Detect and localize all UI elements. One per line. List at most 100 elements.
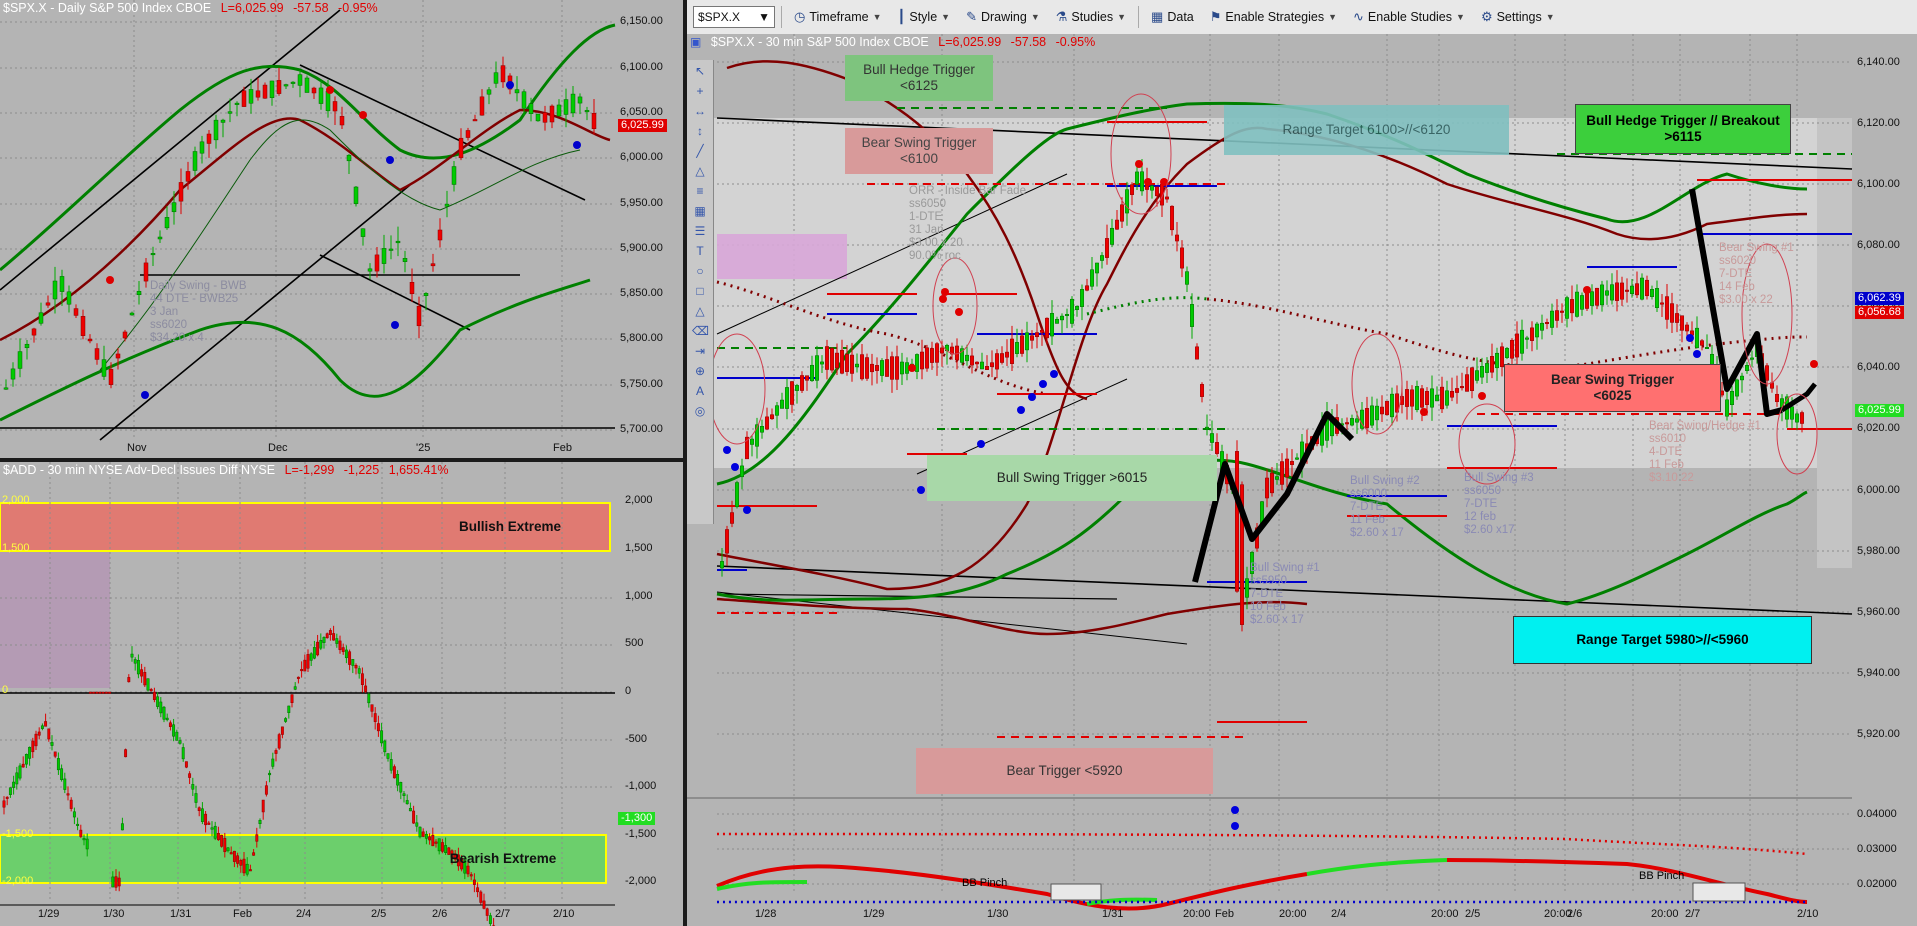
label-tool-icon[interactable]: A: [692, 384, 708, 398]
candle-body: [223, 838, 227, 853]
candle-body: [860, 354, 864, 380]
candle-body: [300, 669, 304, 672]
timeframe-menu[interactable]: ◷ Timeframe ▼: [788, 5, 888, 29]
candle-body: [1195, 346, 1199, 360]
candle-body: [1475, 370, 1479, 381]
candle-body: [45, 302, 51, 306]
candle-body: [290, 694, 294, 703]
add-chart-canvas[interactable]: [0, 462, 683, 926]
candle-body: [276, 80, 282, 94]
candle-body: [415, 822, 419, 827]
candle-body: [311, 87, 317, 94]
add-date-label: Feb: [233, 908, 252, 920]
add-breadth-chart-panel[interactable]: $ADD - 30 min NYSE Adv-Decl Issues Diff …: [0, 462, 683, 926]
text-tool-icon[interactable]: T: [692, 244, 708, 258]
circle-tool-icon[interactable]: ○: [692, 264, 708, 278]
candle-body: [396, 774, 400, 786]
candle-body: [175, 731, 179, 741]
candle-body: [1100, 255, 1104, 261]
candle-body: [104, 691, 108, 694]
fib-icon[interactable]: ≡: [692, 184, 708, 198]
enable-strategies-button[interactable]: ⚑ Enable Strategies ▼: [1204, 5, 1343, 29]
daily-spx-chart-panel[interactable]: $SPX.X - Daily S&P 500 Index CBOE L=6,02…: [0, 0, 683, 458]
intraday-price-label: 5,980.00: [1857, 545, 1900, 557]
candle-body: [348, 651, 352, 665]
candle-body: [1245, 578, 1249, 598]
candle-body: [76, 823, 80, 826]
eraser-icon[interactable]: ⌫: [692, 324, 709, 338]
candle-body: [1605, 290, 1609, 296]
candle-body: [338, 640, 342, 651]
zoom-icon[interactable]: ◎: [692, 404, 708, 418]
bear-swing-1-note: Bear Swing #1 ss6020 7-DTE 14 Feb $3.00 …: [1719, 242, 1794, 306]
add-value-label: 2,000: [625, 494, 653, 506]
candle-body: [395, 240, 401, 244]
candle-body: [1165, 196, 1169, 200]
candle-body: [1005, 351, 1009, 358]
candle-body: [178, 740, 182, 744]
measure-icon[interactable]: ⇥: [692, 344, 708, 358]
triangle-icon[interactable]: △: [692, 164, 708, 178]
triangle-tool-icon[interactable]: △: [692, 304, 708, 318]
intraday-last-price: L=6,025.99: [938, 35, 1002, 49]
candle-body: [1365, 408, 1369, 428]
symbol-selector[interactable]: $SPX.X ▼: [693, 6, 775, 28]
candle-body: [306, 654, 310, 669]
style-menu[interactable]: ┃ Style ▼: [892, 5, 957, 29]
pointer-icon[interactable]: ↖: [692, 64, 708, 78]
studies-menu[interactable]: ⚗ Studies ▼: [1050, 5, 1132, 29]
add-date-label: 2/5: [371, 908, 387, 920]
candle-body: [360, 673, 364, 685]
hline-icon[interactable]: ↔: [692, 104, 708, 118]
candle-body: [577, 96, 583, 104]
add-last-tag: -1,300: [618, 812, 656, 825]
chevron-down-icon: ▼: [1030, 12, 1040, 22]
candle-body: [309, 653, 313, 661]
vline-icon[interactable]: ↕: [692, 124, 708, 138]
candle-body: [785, 387, 789, 409]
trendline-icon[interactable]: ╱: [692, 144, 708, 158]
intraday-date-label: 2/5: [1465, 908, 1481, 920]
candle-body: [1075, 306, 1079, 310]
signal-dot: [1420, 408, 1428, 416]
candle-body: [434, 841, 438, 844]
drawing-menu[interactable]: ✎ Drawing ▼: [960, 5, 1046, 29]
add-left-label: 2,000: [2, 494, 30, 506]
candle-body: [88, 691, 92, 694]
enable-studies-button[interactable]: ∿ Enable Studies ▼: [1347, 5, 1471, 29]
candle-body: [1450, 391, 1454, 398]
table-icon: ▦: [1151, 9, 1164, 24]
candle-body: [264, 785, 268, 795]
range-target-bottom-box: Range Target 5980>//<5960: [1513, 616, 1812, 664]
candle-body: [1445, 390, 1449, 406]
daily-chart-canvas[interactable]: [0, 0, 683, 458]
candle-body: [2, 800, 6, 808]
candle-body: [850, 354, 854, 374]
magnet-icon[interactable]: ⊕: [692, 364, 708, 378]
data-menu[interactable]: ▦ Data: [1145, 5, 1200, 29]
candle-body: [335, 638, 339, 644]
grid-icon[interactable]: ▦: [692, 204, 708, 218]
candle-body: [770, 414, 774, 420]
candle-body: [274, 750, 278, 754]
add-date-label: 1/30: [103, 908, 125, 920]
candle-body: [521, 91, 527, 109]
daily-date-label: Nov: [127, 442, 147, 454]
settings-menu[interactable]: ⚙ Settings ▼: [1475, 5, 1561, 29]
candle-body: [1435, 394, 1439, 402]
lines-icon[interactable]: ☰: [692, 224, 708, 238]
indicator-value-label: 0.04000: [1857, 808, 1897, 820]
rect-tool-icon[interactable]: □: [692, 284, 708, 298]
candle-body: [980, 361, 984, 370]
crosshair-icon[interactable]: +: [692, 84, 708, 98]
candle-body: [239, 860, 243, 866]
candle-body: [60, 768, 64, 780]
candle-body: [392, 766, 396, 779]
chevron-down-icon: ▼: [1117, 12, 1127, 22]
candle-body: [1790, 406, 1794, 420]
intraday-price-label: 6,080.00: [1857, 239, 1900, 251]
signal-dot: [1017, 406, 1025, 414]
candle-body: [1600, 284, 1604, 306]
intraday-spx-chart-panel[interactable]: $SPX.X ▼ ◷ Timeframe ▼ ┃ Style ▼ ✎ Drawing ▼ ⚗…: [687, 0, 1917, 926]
daily-price-label: 5,850.00: [620, 287, 663, 299]
